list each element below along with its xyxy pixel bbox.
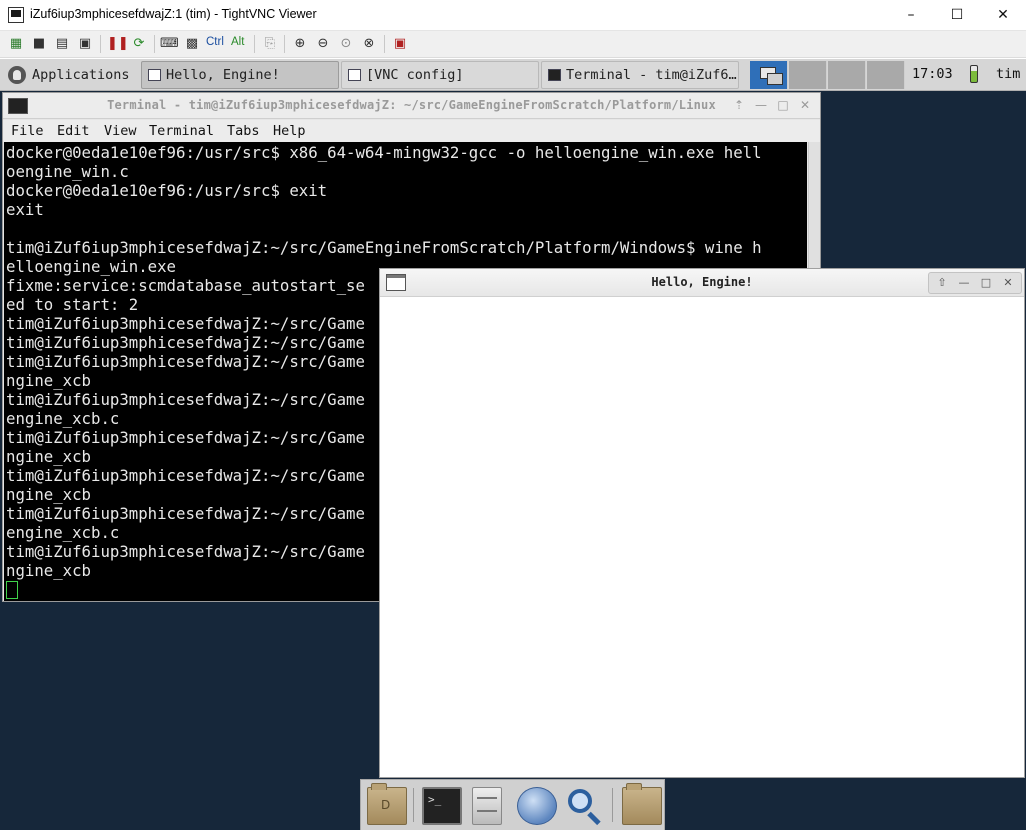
applications-menu-button[interactable]: Applications <box>4 62 136 88</box>
task-hello-engine[interactable]: Hello, Engine! <box>141 61 339 89</box>
terminal-menubar: File Edit View Terminal Tabs Help <box>3 120 820 142</box>
window-icon <box>348 69 361 81</box>
shade-button[interactable]: ⇧ <box>933 275 951 291</box>
menu-file[interactable]: File <box>11 123 44 139</box>
window-icon <box>148 69 161 81</box>
maximize-button[interactable]: ☐ <box>934 0 980 30</box>
terminal-line: tim@iZuf6iup3mphicesefdwajZ:~/src/GameEn… <box>6 238 762 257</box>
terminal-line: tim@iZuf6iup3mphicesefdwajZ:~/src/Game <box>6 352 365 371</box>
ctrl-key-toggle[interactable]: Ctrl <box>206 36 224 48</box>
close-button[interactable]: ✕ <box>980 0 1026 30</box>
terminal-line: tim@iZuf6iup3mphicesefdwajZ:~/src/Game <box>6 428 365 447</box>
task-vnc-config[interactable]: [VNC config] <box>341 61 539 89</box>
term-close-button[interactable]: ✕ <box>797 97 813 113</box>
terminal-line: docker@0eda1e10ef96:/usr/src$ x86_64-w64… <box>6 143 762 162</box>
shade-button[interactable]: ⇡ <box>731 97 747 113</box>
hello-engine-titlebar[interactable]: Hello, Engine! ⇧ — □ ✕ <box>380 269 1024 297</box>
fullscreen-icon[interactable]: ▣ <box>391 35 409 53</box>
terminal-line: tim@iZuf6iup3mphicesefdwajZ:~/src/Game <box>6 314 365 333</box>
hello-close-button[interactable]: ✕ <box>999 275 1017 291</box>
xfce-mouse-icon <box>8 66 26 84</box>
pause-icon[interactable]: ❚❚ <box>107 35 129 53</box>
zoom-100-icon[interactable]: ⊙ <box>337 35 355 53</box>
xfce-top-panel: Applications Hello, Engine! [VNC config]… <box>0 59 1026 91</box>
terminal-line: tim@iZuf6iup3mphicesefdwajZ:~/src/Game <box>6 390 365 409</box>
xfce-dock: D >_ <box>360 779 665 830</box>
minimize-button[interactable]: – <box>888 0 934 30</box>
terminal-line: oengine_win.c <box>6 162 129 181</box>
vnc-window-titlebar: iZuf6iup3mphicesefdwajZ:1 (tim) - TightV… <box>0 0 1026 31</box>
terminal-line: engine_xcb.c <box>6 523 120 542</box>
tightvnc-app-icon[interactable] <box>8 7 24 23</box>
hello-engine-canvas[interactable] <box>380 297 1024 777</box>
terminal-cursor <box>6 581 18 599</box>
zoom-out-icon[interactable]: ⊖ <box>314 35 332 53</box>
terminal-line: elloengine_win.exe <box>6 257 177 276</box>
menu-terminal[interactable]: Terminal <box>149 123 214 139</box>
terminal-line: ngine_xcb <box>6 447 92 466</box>
terminal-line: tim@iZuf6iup3mphicesefdwajZ:~/src/Game <box>6 333 365 352</box>
terminal-titlebar[interactable]: Terminal - tim@iZuf6iup3mphicesefdwajZ: … <box>3 93 820 119</box>
battery-icon[interactable] <box>966 63 988 87</box>
remote-desktop[interactable]: Applications Hello, Engine! [VNC config]… <box>0 59 1026 830</box>
text-cursor-icon: I <box>363 483 373 502</box>
task-label: Hello, Engine! <box>166 67 280 83</box>
web-browser-icon[interactable] <box>517 787 557 825</box>
window-title: iZuf6iup3mphicesefdwajZ:1 (tim) - TightV… <box>30 7 317 21</box>
workspace-4[interactable] <box>867 61 905 89</box>
terminal-line: fixme:service:scmdatabase_autostart_se <box>6 276 365 295</box>
folder-icon[interactable] <box>622 783 662 825</box>
terminal-line: ngine_xcb <box>6 485 92 504</box>
zoom-in-icon[interactable]: ⊕ <box>291 35 309 53</box>
task-label: Terminal - tim@iZuf6… <box>566 67 737 83</box>
workspace-3[interactable] <box>828 61 866 89</box>
search-icon[interactable] <box>565 787 605 826</box>
terminal-icon <box>548 69 561 81</box>
clipboard-icon[interactable]: ⎘ <box>261 35 279 53</box>
task-terminal[interactable]: Terminal - tim@iZuf6… <box>541 61 739 89</box>
file-manager-icon[interactable] <box>472 787 502 825</box>
terminal-line: ngine_xcb <box>6 561 92 580</box>
hello-minimize-button[interactable]: — <box>955 275 973 291</box>
terminal-line: ngine_xcb <box>6 371 92 390</box>
hello-maximize-button[interactable]: □ <box>977 275 995 291</box>
alt-key-toggle[interactable]: Alt <box>231 36 244 48</box>
terminal-line: docker@0eda1e10ef96:/usr/src$ exit <box>6 181 328 200</box>
send-ctrl-esc-icon[interactable]: ▩ <box>183 35 201 53</box>
term-maximize-button[interactable]: □ <box>775 97 791 113</box>
terminal-icon[interactable]: >_ <box>422 787 462 825</box>
menu-help[interactable]: Help <box>273 123 306 139</box>
panel-clock[interactable]: 17:03 <box>912 66 953 82</box>
vnc-toolbar: ▦ ■ ▤ ▣ ❚❚ ⟳ ⌨ ▩ Ctrl Alt ⎘ ⊕ ⊖ ⊙ ⊗ ▣ <box>0 31 1026 58</box>
hello-engine-window[interactable]: Hello, Engine! ⇧ — □ ✕ <box>379 268 1025 778</box>
terminal-title: Terminal - tim@iZuf6iup3mphicesefdwajZ: … <box>107 98 716 112</box>
save-icon[interactable]: ■ <box>30 35 48 53</box>
terminal-line: tim@iZuf6iup3mphicesefdwajZ:~/src/Game <box>6 466 365 485</box>
panel-user[interactable]: tim <box>996 66 1020 82</box>
applications-label: Applications <box>32 67 130 83</box>
refresh-icon[interactable]: ⟳ <box>130 35 148 53</box>
options-icon[interactable]: ▤ <box>53 35 71 53</box>
info-icon[interactable]: ▣ <box>76 35 94 53</box>
term-minimize-button[interactable]: — <box>753 97 769 113</box>
workspace-2[interactable] <box>789 61 827 89</box>
terminal-line: ed to start: 2 <box>6 295 139 314</box>
menu-edit[interactable]: Edit <box>57 123 90 139</box>
task-label: [VNC config] <box>366 67 464 83</box>
terminal-line: tim@iZuf6iup3mphicesefdwajZ:~/src/Game <box>6 542 365 561</box>
menu-view[interactable]: View <box>104 123 137 139</box>
menu-tabs[interactable]: Tabs <box>227 123 260 139</box>
workspace-1[interactable] <box>750 61 788 89</box>
terminal-line: tim@iZuf6iup3mphicesefdwajZ:~/src/Game <box>6 504 365 523</box>
terminal-line: engine_xcb.c <box>6 409 120 428</box>
hello-window-controls: ⇧ — □ ✕ <box>928 272 1022 294</box>
zoom-fit-icon[interactable]: ⊗ <box>360 35 378 53</box>
send-ctrl-alt-del-icon[interactable]: ⌨ <box>160 35 179 53</box>
new-connection-icon[interactable]: ▦ <box>7 35 25 53</box>
terminal-line: exit <box>6 200 44 219</box>
home-folder-icon[interactable]: D <box>367 783 407 825</box>
